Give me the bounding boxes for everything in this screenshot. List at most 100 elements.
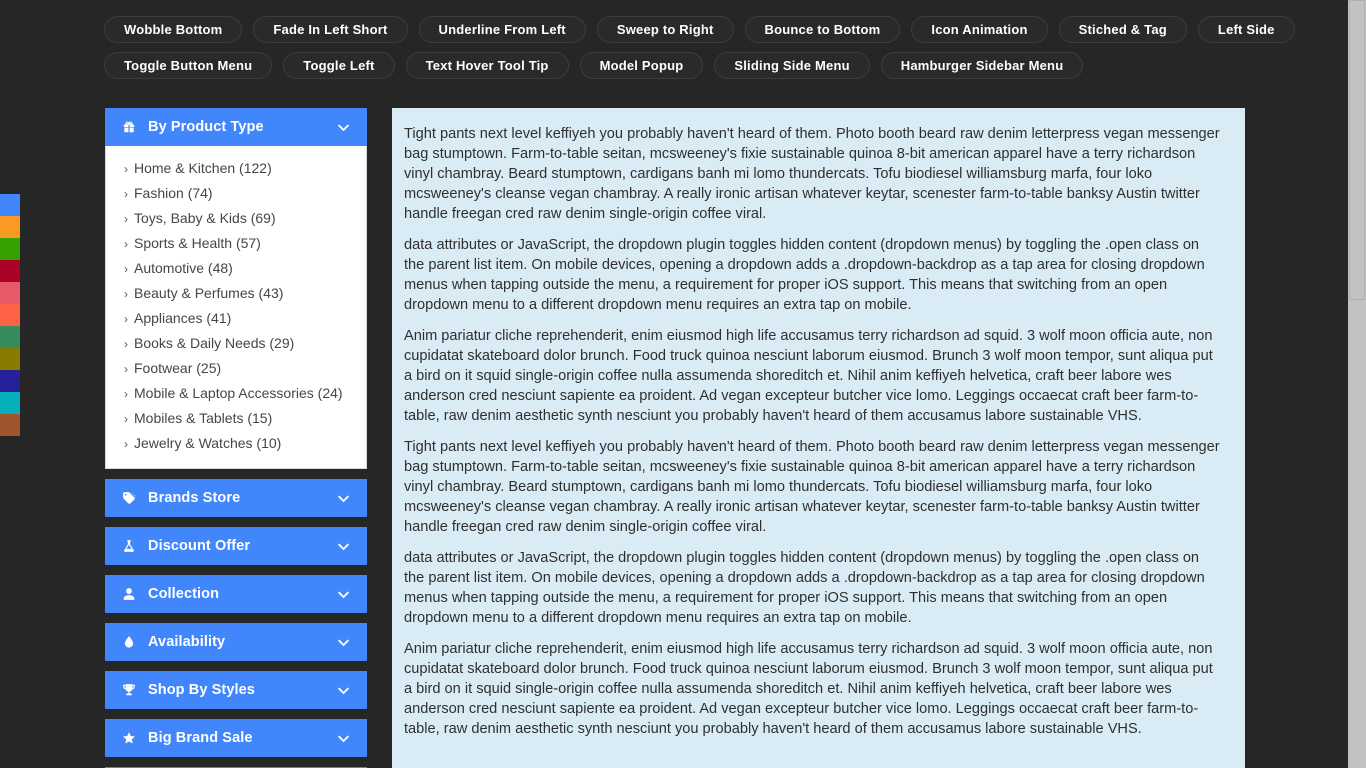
- chevron-down-icon[interactable]: [335, 120, 351, 135]
- category-list-item[interactable]: › Jewelry & Watches (10): [106, 431, 366, 456]
- chevron-down-icon[interactable]: [335, 539, 351, 554]
- swatch-orange[interactable]: [0, 216, 20, 238]
- chevron-down-icon[interactable]: [335, 731, 351, 746]
- accordion-header-shop-by-styles[interactable]: Shop By Styles: [105, 671, 367, 709]
- demo-button-toggle-button-menu[interactable]: Toggle Button Menu: [104, 52, 273, 79]
- accordion-header-discount-offer[interactable]: Discount Offer: [105, 527, 367, 565]
- category-label: Home & Kitchen (122): [134, 160, 272, 176]
- chevron-right-icon: ›: [124, 437, 128, 451]
- chevron-right-icon: ›: [124, 237, 128, 251]
- accordion-title: Shop By Styles: [148, 682, 255, 698]
- swatch-teal[interactable]: [0, 392, 20, 414]
- category-list-item[interactable]: › Toys, Baby & Kids (69): [106, 206, 366, 231]
- demo-button-fade-in-left-short[interactable]: Fade In Left Short: [253, 16, 408, 43]
- swatch-olive[interactable]: [0, 348, 20, 370]
- demo-button-left-side[interactable]: Left Side: [1197, 16, 1295, 43]
- category-label: Books & Daily Needs (29): [134, 335, 295, 351]
- tag-icon: [119, 491, 139, 505]
- swatch-green[interactable]: [0, 238, 20, 260]
- swatch-seagreen[interactable]: [0, 326, 20, 348]
- content-paragraph: data attributes or JavaScript, the dropd…: [404, 550, 1205, 626]
- trophy-icon: [119, 683, 139, 697]
- chevron-down-icon[interactable]: [335, 491, 351, 506]
- category-list-item[interactable]: › Fashion (74): [106, 181, 366, 206]
- category-list-item[interactable]: › Automotive (48): [106, 256, 366, 281]
- accordion-panel-brands-store: Brands Store: [105, 479, 367, 517]
- category-label: Sports & Health (57): [134, 235, 261, 251]
- droplet-icon: [119, 635, 139, 649]
- accordion-header-by-product-type[interactable]: By Product Type: [105, 108, 367, 146]
- content-paragraph: Tight pants next level keffiyeh you prob…: [404, 126, 1220, 222]
- category-list-item[interactable]: › Books & Daily Needs (29): [106, 331, 366, 356]
- demo-button-row-2: Toggle Button Menu Toggle Left Text Hover …: [104, 52, 1348, 79]
- content-paragraph: data attributes or JavaScript, the dropd…: [404, 237, 1205, 313]
- swatch-tomato[interactable]: [0, 304, 20, 326]
- chevron-right-icon: ›: [124, 287, 128, 301]
- accordion-header-availability[interactable]: Availability: [105, 623, 367, 661]
- demo-button-stiched-tag[interactable]: Stiched & Tag: [1058, 16, 1187, 43]
- chevron-right-icon: ›: [124, 187, 128, 201]
- accordion-panel-discount-offer: Discount Offer: [105, 527, 367, 565]
- swatch-indigo[interactable]: [0, 370, 20, 392]
- swatch-rose[interactable]: [0, 282, 20, 304]
- chevron-right-icon: ›: [124, 262, 128, 276]
- category-label: Mobile & Laptop Accessories (24): [134, 385, 343, 401]
- chevron-right-icon: ›: [124, 312, 128, 326]
- chevron-right-icon: ›: [124, 412, 128, 426]
- page-scrollbar-track[interactable]: [1348, 0, 1366, 768]
- chevron-right-icon: ›: [124, 337, 128, 351]
- page-body: By Product Type › Home & Kitchen (122) › Fas…: [0, 108, 1348, 768]
- page-scrollbar-thumb[interactable]: [1349, 0, 1365, 300]
- content-paragraph: Tight pants next level keffiyeh you prob…: [404, 439, 1220, 535]
- category-label: Beauty & Perfumes (43): [134, 285, 284, 301]
- accordion-panel-availability: Availability: [105, 623, 367, 661]
- swatch-crimson[interactable]: [0, 260, 20, 282]
- chevron-right-icon: ›: [124, 387, 128, 401]
- chevron-right-icon: ›: [124, 212, 128, 226]
- category-list-item[interactable]: › Footwear (25): [106, 356, 366, 381]
- demo-button-hamburger-sidebar-menu[interactable]: Hamburger Sidebar Menu: [880, 52, 1084, 79]
- demo-button-row-1: Wobble Bottom Fade In Left Short Underline…: [104, 16, 1348, 43]
- accordion-panel-big-brand-sale: Big Brand Sale: [105, 719, 367, 757]
- swatch-sienna[interactable]: [0, 414, 20, 436]
- accordion-body-by-product-type: › Home & Kitchen (122) › Fashion (74) › Toys,…: [105, 146, 367, 469]
- chevron-down-icon[interactable]: [335, 683, 351, 698]
- demo-button-text-hover-tool-tip[interactable]: Text Hover Tool Tip: [405, 52, 569, 79]
- accordion-header-big-brand-sale[interactable]: Big Brand Sale: [105, 719, 367, 757]
- chevron-down-icon[interactable]: [335, 587, 351, 602]
- category-list-item[interactable]: › Home & Kitchen (122): [106, 156, 366, 181]
- demo-button-underline-from-left[interactable]: Underline From Left: [418, 16, 586, 43]
- category-label: Jewelry & Watches (10): [134, 435, 282, 451]
- category-list-item[interactable]: › Mobiles & Tablets (15): [106, 406, 366, 431]
- category-label: Fashion (74): [134, 185, 213, 201]
- category-list-item[interactable]: › Sports & Health (57): [106, 231, 366, 256]
- demo-button-icon-animation[interactable]: Icon Animation: [911, 16, 1048, 43]
- accordion-panel-shop-by-styles: Shop By Styles: [105, 671, 367, 709]
- demo-button-wobble-bottom[interactable]: Wobble Bottom: [104, 16, 243, 43]
- category-list: › Home & Kitchen (122) › Fashion (74) › Toys,…: [106, 156, 366, 456]
- demo-button-bar: Wobble Bottom Fade In Left Short Underline…: [0, 0, 1348, 88]
- user-icon: [119, 587, 139, 601]
- demo-button-model-popup[interactable]: Model Popup: [579, 52, 704, 79]
- chevron-down-icon[interactable]: [335, 635, 351, 650]
- category-list-item[interactable]: › Mobile & Laptop Accessories (24): [106, 381, 366, 406]
- category-label: Footwear (25): [134, 360, 222, 376]
- chevron-right-icon: ›: [124, 362, 128, 376]
- accordion-title: By Product Type: [148, 119, 264, 135]
- demo-button-sweep-to-right[interactable]: Sweep to Right: [596, 16, 734, 43]
- category-list-item[interactable]: › Appliances (41): [106, 306, 366, 331]
- demo-button-bounce-to-bottom[interactable]: Bounce to Bottom: [744, 16, 901, 43]
- accordion-title: Collection: [148, 586, 220, 602]
- demo-button-sliding-side-menu[interactable]: Sliding Side Menu: [714, 52, 870, 79]
- demo-button-toggle-left[interactable]: Toggle Left: [283, 52, 395, 79]
- accordion-header-brands-store[interactable]: Brands Store: [105, 479, 367, 517]
- star-icon: [119, 731, 139, 745]
- accordion-title: Discount Offer: [148, 538, 251, 554]
- sidebar-accordion: By Product Type › Home & Kitchen (122) › Fas…: [105, 108, 367, 768]
- gift-icon: [119, 120, 139, 134]
- category-label: Appliances (41): [134, 310, 232, 326]
- swatch-blue[interactable]: [0, 194, 20, 216]
- category-label: Mobiles & Tablets (15): [134, 410, 273, 426]
- category-list-item[interactable]: › Beauty & Perfumes (43): [106, 281, 366, 306]
- accordion-header-collection[interactable]: Collection: [105, 575, 367, 613]
